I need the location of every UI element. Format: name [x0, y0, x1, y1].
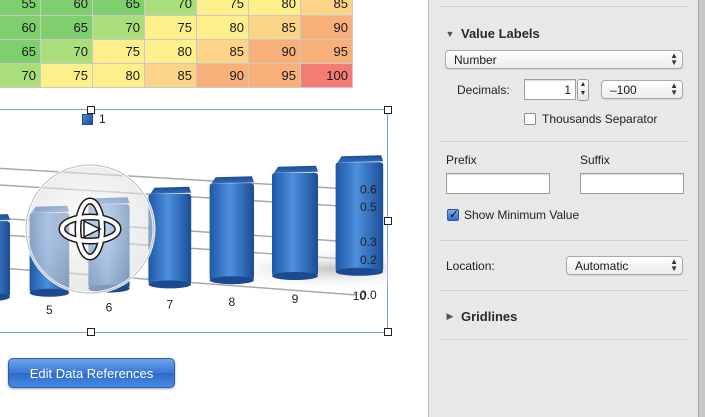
- table-cell[interactable]: 95: [300, 39, 353, 64]
- decimals-stepper[interactable]: ▲ ▼: [577, 79, 589, 101]
- bar[interactable]: [209, 176, 254, 285]
- value-labels-header[interactable]: ▼ Value Labels: [445, 26, 540, 41]
- bar-base: [29, 288, 70, 297]
- x-tick-label: 8: [228, 295, 235, 309]
- inspector-panel: ▼ Value Labels Number ▲ ▼ Decimals: 1 ▲ ▼ …: [428, 0, 698, 417]
- table-cell[interactable]: 70: [0, 63, 41, 88]
- x-tick-label: 9: [292, 292, 299, 306]
- location-label: Location:: [446, 259, 495, 273]
- table-cell[interactable]: 70: [40, 39, 93, 64]
- suffix-label: Suffix: [580, 153, 610, 167]
- prefix-label: Prefix: [446, 153, 477, 167]
- negative-format-select[interactable]: –100 ▲ ▼: [601, 80, 683, 99]
- bar-top: [337, 155, 384, 163]
- show-minimum-value-label: Show Minimum Value: [464, 208, 580, 222]
- divider: [441, 240, 687, 241]
- value-format-select[interactable]: Number ▲ ▼: [445, 50, 683, 69]
- divider: [441, 290, 687, 291]
- decimals-field[interactable]: 1: [524, 79, 576, 100]
- location-select[interactable]: Automatic ▲ ▼: [566, 256, 683, 275]
- table-cell[interactable]: 55: [0, 0, 41, 16]
- table-cell[interactable]: 75: [196, 0, 249, 16]
- table-cell[interactable]: 75: [144, 15, 197, 40]
- table-cell[interactable]: 65: [40, 15, 93, 40]
- show-minimum-value-checkbox[interactable]: [447, 207, 459, 221]
- divider: [441, 141, 687, 142]
- table-cell[interactable]: 90: [300, 15, 353, 40]
- table-cell[interactable]: 75: [92, 39, 145, 64]
- prefix-field[interactable]: [446, 173, 550, 194]
- y-tick-label: 0.2: [360, 253, 377, 267]
- y-tick-label: 0.5: [360, 200, 377, 214]
- bar-front: [0, 221, 10, 297]
- bar-base: [209, 276, 254, 285]
- location-value: Automatic: [575, 258, 629, 273]
- table-cell[interactable]: 65: [0, 39, 41, 64]
- bar-top: [0, 214, 10, 221]
- popup-arrows-icon: ▲ ▼: [670, 51, 678, 67]
- x-tick-label: 5: [46, 303, 53, 317]
- y-tick-label: 0.0: [360, 288, 377, 302]
- table-cell[interactable]: 90: [248, 39, 301, 64]
- x-tick-label: 6: [106, 300, 113, 314]
- table-cell[interactable]: 65: [92, 0, 145, 16]
- table-cell[interactable]: 85: [300, 0, 353, 16]
- bar-top: [274, 165, 318, 173]
- bar-front: [209, 183, 254, 281]
- table-cell[interactable]: 80: [92, 63, 145, 88]
- table-row: 60 65 70 75 80 85 90: [0, 15, 353, 40]
- bar-top: [150, 186, 192, 194]
- bar-base: [148, 280, 192, 289]
- spreadsheet-table: 55 60 65 70 75 80 85 60 65 70 75 80 85 90 65 70 75 80 85 90…: [0, 0, 388, 88]
- bar-base: [335, 267, 384, 276]
- table-cell[interactable]: 85: [196, 39, 249, 64]
- decimals-label: Decimals:: [457, 83, 510, 97]
- popup-arrows-icon: ▲ ▼: [670, 81, 678, 97]
- table-cell[interactable]: 85: [248, 15, 301, 40]
- table-row: 70 75 80 85 90 95 100: [0, 63, 353, 88]
- table-cell[interactable]: 75: [40, 63, 93, 88]
- table-row: 55 60 65 70 75 80 85: [0, 0, 353, 16]
- table-cell[interactable]: 95: [248, 63, 301, 88]
- bar-base: [272, 272, 318, 280]
- bar-front: [272, 172, 318, 276]
- y-tick-label: 0.3: [360, 235, 377, 249]
- chart-area[interactable]: 1 5 6 7 8 9 10 0.0 0.2 0.3 0.5 0.6: [0, 106, 392, 336]
- popup-arrows-icon: ▲ ▼: [670, 257, 678, 273]
- suffix-field[interactable]: [580, 173, 684, 194]
- data-table: 55 60 65 70 75 80 85 60 65 70 75 80 85 90 65 70 75 80 85 90…: [0, 0, 353, 88]
- thousands-separator-checkbox[interactable]: [524, 113, 536, 125]
- disclosure-triangle-open-icon[interactable]: ▼: [445, 29, 455, 39]
- bar-chart-3d[interactable]: 5 6 7 8 9 10 0.00.20.30.50.6: [0, 109, 388, 333]
- divider: [441, 6, 687, 7]
- disclosure-triangle-closed-icon[interactable]: ▶: [445, 311, 455, 322]
- bar-top: [211, 176, 254, 184]
- bar-front: [148, 193, 192, 285]
- y-tick-label: 0.6: [360, 182, 377, 196]
- table-cell[interactable]: 60: [0, 15, 41, 40]
- table-row: 65 70 75 80 85 90 95: [0, 39, 353, 64]
- table-cell[interactable]: 60: [40, 0, 93, 16]
- value-format-value: Number: [454, 52, 497, 67]
- table-cell[interactable]: 80: [196, 15, 249, 40]
- table-cell[interactable]: 80: [248, 0, 301, 16]
- value-labels-title: Value Labels: [461, 26, 540, 41]
- gridlines-title: Gridlines: [461, 309, 518, 324]
- edit-data-references-button[interactable]: Edit Data References: [8, 358, 175, 388]
- thousands-separator-label: Thousands Separator: [542, 112, 658, 126]
- table-cell[interactable]: 90: [196, 63, 249, 88]
- table-cell[interactable]: 100: [300, 63, 353, 88]
- x-tick-label: 7: [166, 298, 173, 312]
- gridlines-header[interactable]: ▶ Gridlines: [445, 309, 518, 324]
- table-cell[interactable]: 85: [144, 63, 197, 88]
- negative-format-value: –100: [610, 82, 637, 97]
- table-cell[interactable]: 70: [92, 15, 145, 40]
- divider: [441, 339, 687, 340]
- bar[interactable]: [272, 165, 318, 280]
- panel-edge: [698, 0, 705, 417]
- bar[interactable]: [0, 214, 10, 301]
- table-cell[interactable]: 80: [144, 39, 197, 64]
- rotate-3d-control[interactable]: [24, 163, 156, 295]
- table-cell[interactable]: 70: [144, 0, 197, 16]
